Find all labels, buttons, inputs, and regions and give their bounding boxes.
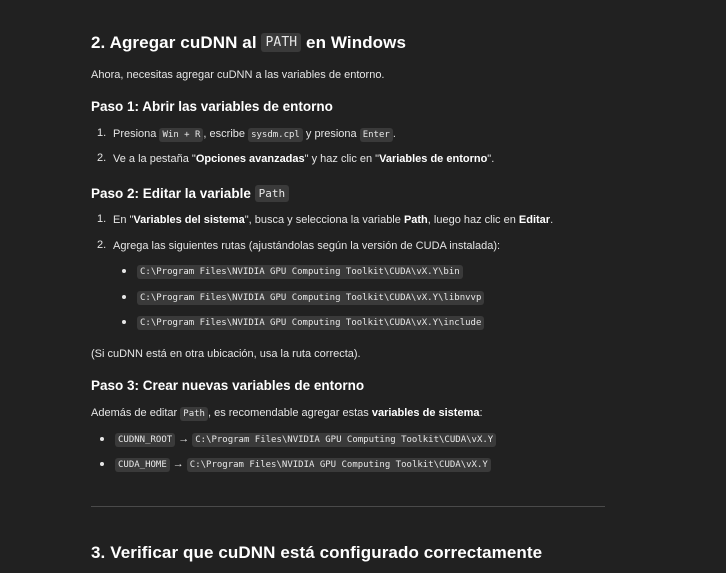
heading-text: 2. Agregar cuDNN al xyxy=(91,33,262,52)
list-item: CUDNN_ROOT → C:\Program Files\NVIDIA GPU C… xyxy=(91,432,605,447)
list-number: 2. xyxy=(97,239,107,251)
inline-code: C:\Program Files\NVIDIA GPU Computing To… xyxy=(192,433,497,447)
bullet-icon xyxy=(100,462,104,466)
list-item: 1. Presiona Win + R, escribe sysdm.cpl y… xyxy=(91,127,605,142)
arrow-icon: → xyxy=(172,458,184,470)
inline-code: C:\Program Files\NVIDIA GPU Computing To… xyxy=(186,458,491,472)
inline-code: PATH xyxy=(261,33,302,52)
list-item-text: En "Variables del sistema", busca y sele… xyxy=(113,214,554,226)
bullet-icon xyxy=(122,320,126,324)
section-divider xyxy=(91,506,605,507)
list-item: CUDA_HOME → C:\Program Files\NVIDIA GPU Co… xyxy=(91,457,605,472)
list-number: 1. xyxy=(97,213,107,225)
bullet-icon xyxy=(122,269,126,273)
inline-code: C:\Program Files\NVIDIA GPU Computing To… xyxy=(137,316,485,330)
inline-code: Win + R xyxy=(159,128,204,142)
section-2-intro: Ahora, necesitas agregar cuDNN a las var… xyxy=(91,69,385,81)
section-2-heading: 2. Agregar cuDNN al PATH en Windows xyxy=(91,33,406,53)
bullet-icon xyxy=(122,295,126,299)
list-item: C:\Program Files\NVIDIA GPU Computing To… xyxy=(91,290,605,305)
heading-text: en Windows xyxy=(301,33,407,52)
section-3-heading: 3. Verificar que cuDNN está configurado … xyxy=(91,543,543,562)
list-item: C:\Program Files\NVIDIA GPU Computing To… xyxy=(91,264,605,279)
list-item: C:\Program Files\NVIDIA GPU Computing To… xyxy=(91,315,605,330)
inline-code: C:\Program Files\NVIDIA GPU Computing To… xyxy=(137,265,463,279)
list-item-text: Agrega las siguientes rutas (ajustándola… xyxy=(113,240,501,252)
paso-2-heading: Paso 2: Editar la variable Path xyxy=(91,185,290,202)
list-number: 1. xyxy=(97,127,107,139)
inline-code: Enter xyxy=(359,128,393,142)
inline-code: CUDA_HOME xyxy=(115,458,170,472)
bullet-icon xyxy=(100,437,104,441)
inline-code: C:\Program Files\NVIDIA GPU Computing To… xyxy=(137,291,485,305)
paso-2-note: (Si cuDNN está en otra ubicación, usa la… xyxy=(91,348,361,360)
list-item-text: Presiona Win + R, escribe sysdm.cpl y pr… xyxy=(113,128,396,142)
list-item: 1. En "Variables del sistema", busca y s… xyxy=(91,213,605,227)
list-item-text: Ve a la pestaña "Opciones avanzadas" y h… xyxy=(113,153,495,165)
inline-code: Path xyxy=(254,185,290,202)
inline-code: Path xyxy=(180,407,208,421)
list-item: 2. Ve a la pestaña "Opciones avanzadas" … xyxy=(91,152,605,166)
arrow-icon: → xyxy=(178,433,190,445)
paso-1-heading: Paso 1: Abrir las variables de entorno xyxy=(91,99,333,114)
inline-code: CUDNN_ROOT xyxy=(115,433,176,447)
inline-code: sysdm.cpl xyxy=(248,128,303,142)
list-item: 2. Agrega las siguientes rutas (ajustánd… xyxy=(91,239,605,253)
list-number: 2. xyxy=(97,152,107,164)
paso-3-intro: Además de editar Path, es recomendable a… xyxy=(91,407,483,421)
paso-3-heading: Paso 3: Crear nuevas variables de entorn… xyxy=(91,378,365,393)
